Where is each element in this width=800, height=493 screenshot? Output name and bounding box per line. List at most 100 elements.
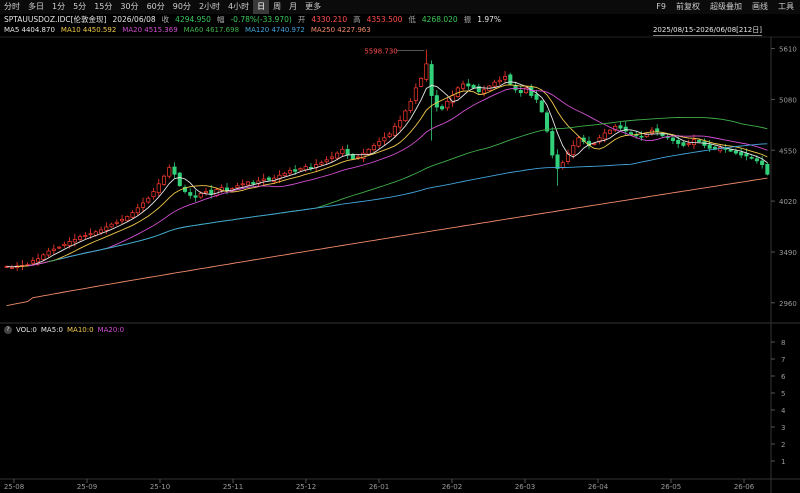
candle-body-145 <box>765 163 770 175</box>
candle-body-54 <box>287 170 292 174</box>
candle-body-104 <box>550 131 555 156</box>
x-tick-label-4: 25-12 <box>296 483 316 491</box>
candle-body-94 <box>497 79 502 83</box>
vol-tick-label-7: 1 <box>781 458 785 466</box>
price-chart[interactable]: 5610 5080 4550 4020 3490 2960 8 7 6 5 4 3 2 1 5598.730… <box>0 0 800 493</box>
candle-body-81 <box>429 64 434 96</box>
candle-body-84 <box>445 100 450 109</box>
candle-body-16 <box>88 233 93 236</box>
candle-body-6 <box>36 258 41 263</box>
vol-tick-label-2: 6 <box>781 373 786 381</box>
candle-body-140 <box>739 152 744 156</box>
candle-body-101 <box>534 94 539 100</box>
candle-body-38 <box>203 191 209 194</box>
vol-tick-label-3: 5 <box>781 390 785 398</box>
x-tick-label-5: 26-01 <box>369 483 389 491</box>
candle-body-50 <box>266 177 271 181</box>
candle-body-25 <box>135 207 140 214</box>
candle-body-128 <box>676 139 681 144</box>
y-tick-label-1: 5080 <box>779 96 797 104</box>
candle-body-9 <box>51 248 56 251</box>
candle-body-45 <box>240 183 245 186</box>
x-tick-label-0: 25-08 <box>4 483 24 491</box>
candle-body-64 <box>340 148 345 155</box>
candle-body-11 <box>62 243 67 246</box>
candle-body-20 <box>109 223 114 228</box>
y-tick-label-3: 4020 <box>779 198 797 206</box>
candle-body-26 <box>141 202 146 208</box>
candle-body-89 <box>471 84 476 89</box>
candle-body-1 <box>9 266 14 269</box>
candle-body-75 <box>398 120 403 128</box>
candle-body-46 <box>245 181 250 186</box>
x-tick-label-8: 26-04 <box>588 483 609 491</box>
candle-body-60 <box>319 162 324 165</box>
candle-body-36 <box>193 195 198 198</box>
candle-body-88 <box>466 83 471 87</box>
candle-body-73 <box>387 133 392 137</box>
candle-body-69 <box>366 148 371 155</box>
candle-body-80 <box>424 63 429 80</box>
candle-body-102 <box>539 100 544 113</box>
y-tick-label-2: 4550 <box>779 147 797 155</box>
candle-body-30 <box>161 175 167 185</box>
candle-body-93 <box>492 81 497 87</box>
candle-body-29 <box>156 183 161 194</box>
candle-body-119 <box>628 132 633 135</box>
vol-tick-label-6: 2 <box>781 441 785 449</box>
vol-tick-label-0: 8 <box>781 339 785 347</box>
y-tick-label-5: 2960 <box>779 300 797 308</box>
candle-body-61 <box>324 159 329 163</box>
y-tick-label-0: 5610 <box>779 46 797 54</box>
candle-body-28 <box>151 191 156 198</box>
candle-body-12 <box>67 241 72 246</box>
x-tick-label-9: 26-05 <box>661 483 681 491</box>
candle-body-132 <box>697 139 702 142</box>
candle-body-21 <box>114 221 119 224</box>
candle-body-142 <box>749 157 754 159</box>
candle-body-70 <box>371 145 376 151</box>
candle-body-105 <box>555 154 560 169</box>
candles <box>4 49 770 271</box>
candle-body-31 <box>167 167 172 177</box>
candle-body-95 <box>503 76 508 80</box>
candle-body-35 <box>188 192 193 196</box>
candle-body-5 <box>30 260 35 264</box>
candle-body-109 <box>576 137 581 147</box>
candle-body-87 <box>461 83 466 89</box>
candle-body-141 <box>744 153 749 157</box>
candle-body-82 <box>434 95 439 108</box>
x-tick-label-7: 26-03 <box>515 483 535 491</box>
candle-body-121 <box>639 135 644 138</box>
candle-body-106 <box>560 162 565 169</box>
candle-body-18 <box>99 229 104 234</box>
candle-body-33 <box>177 172 182 187</box>
candle-body-139 <box>733 150 738 154</box>
candle-body-27 <box>146 197 151 203</box>
candle-body-19 <box>104 226 109 231</box>
x-tick-label-6: 26-02 <box>442 483 462 491</box>
vol-tick-label-4: 4 <box>781 407 786 415</box>
candle-body-63 <box>335 152 340 159</box>
candle-body-49 <box>261 178 266 181</box>
candle-body-8 <box>46 250 51 256</box>
candle-body-65 <box>345 148 350 156</box>
x-tick-label-10: 26-06 <box>734 483 755 491</box>
candle-body-144 <box>760 160 765 165</box>
candle-body-103 <box>544 112 550 132</box>
candle-body-14 <box>78 236 83 240</box>
candle-body-98 <box>518 90 523 94</box>
candle-body-44 <box>235 185 240 189</box>
candle-body-10 <box>57 246 62 249</box>
candle-body-13 <box>72 239 77 243</box>
candle-body-115 <box>607 129 613 134</box>
x-tick-label-1: 25-09 <box>77 483 97 491</box>
candle-body-32 <box>172 166 177 175</box>
candle-body-76 <box>403 110 408 122</box>
candle-body-100 <box>529 86 534 96</box>
candle-body-130 <box>686 143 691 145</box>
candle-body-72 <box>382 137 387 142</box>
candle-body-22 <box>120 218 125 222</box>
candle-body-91 <box>482 89 487 94</box>
y-tick-label-4: 3490 <box>779 249 797 257</box>
